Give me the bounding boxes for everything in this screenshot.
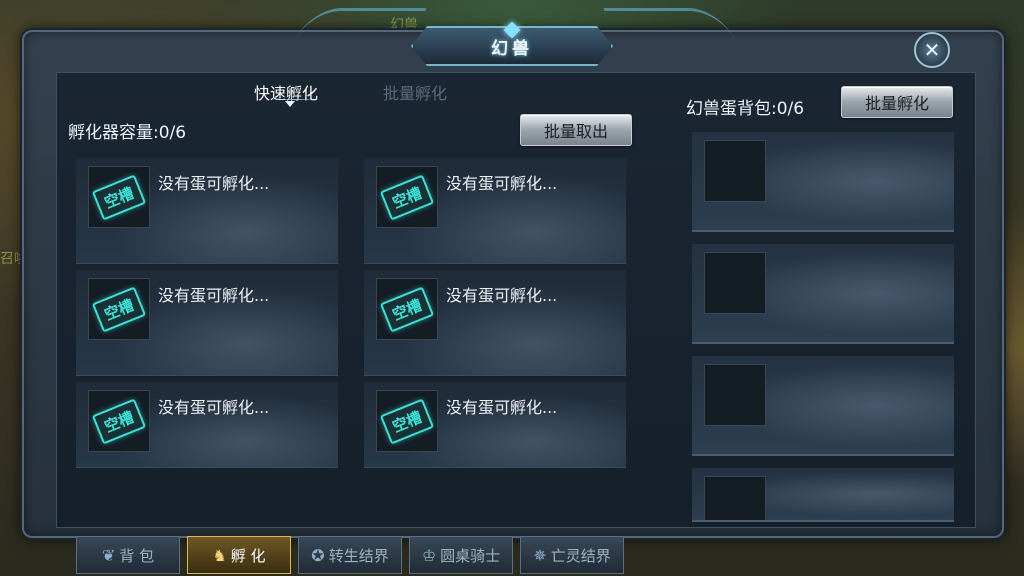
slot-icon-box: 空槽 <box>376 390 438 452</box>
slot-status-text: 没有蛋可孵化... <box>446 286 558 305</box>
slot-icon-box: 空槽 <box>88 166 150 228</box>
egg-slot-empty-box <box>704 364 766 426</box>
bottom-tab-label: 背 包 <box>119 546 155 565</box>
bottom-tab-label: 孵 化 <box>230 546 266 565</box>
egg-slot-empty-box <box>704 140 766 202</box>
slot-status-text: 没有蛋可孵化... <box>158 398 270 417</box>
slot-icon-box: 空槽 <box>88 390 150 452</box>
incubator-slot[interactable]: 空槽 没有蛋可孵化... <box>364 270 626 376</box>
bottom-tab-rebirth-barrier[interactable]: ✪ 转生结界 <box>298 536 402 574</box>
incubator-slot[interactable]: 空槽 没有蛋可孵化... <box>76 158 338 264</box>
incubator-slot[interactable]: 空槽 没有蛋可孵化... <box>364 382 626 468</box>
pentagram-icon: ✪ <box>311 545 325 565</box>
egg-bag-capacity: 幻兽蛋背包:0/6 <box>686 99 805 119</box>
bottom-tab-label: 圆桌骑士 <box>440 546 501 565</box>
bottom-tab-bag[interactable]: ❦ 背 包 <box>76 536 180 574</box>
compass-icon: ✵ <box>533 545 547 565</box>
slot-icon-box: 空槽 <box>376 166 438 228</box>
egg-slot-empty-box <box>704 252 766 314</box>
egg-bag-slot[interactable] <box>692 132 954 232</box>
egg-bag-slot[interactable] <box>692 244 954 344</box>
bottom-tab-undead-barrier[interactable]: ✵ 亡灵结界 <box>520 536 624 574</box>
incubator-capacity: 孵化器容量:0/6 <box>68 123 187 143</box>
empty-slot-stamp-icon: 空槽 <box>91 286 147 332</box>
empty-slot-stamp-icon: 空槽 <box>379 398 435 444</box>
slot-status-text: 没有蛋可孵化... <box>446 398 558 417</box>
empty-slot-stamp-icon: 空槽 <box>379 174 435 220</box>
slot-status-text: 没有蛋可孵化... <box>158 174 270 193</box>
batch-remove-button[interactable]: 批量取出 <box>520 114 632 146</box>
incubator-slot[interactable]: 空槽 没有蛋可孵化... <box>76 270 338 376</box>
slot-icon-box: 空槽 <box>88 278 150 340</box>
empty-slot-stamp-icon: 空槽 <box>379 286 435 332</box>
bottom-tab-hatch[interactable]: ♞ 孵 化 <box>187 536 291 574</box>
empty-slot-stamp-icon: 空槽 <box>91 398 147 444</box>
close-button[interactable]: ✕ <box>914 32 950 68</box>
bottom-tab-label: 转生结界 <box>328 546 389 565</box>
tab-underline <box>268 99 322 100</box>
batch-hatch-button[interactable]: 批量孵化 <box>841 86 953 118</box>
beast-icon: ♞ <box>212 545 227 565</box>
tab-batch-hatch[interactable]: 批量孵化 <box>383 80 447 104</box>
egg-slot-empty-box <box>704 476 766 520</box>
empty-slot-stamp-icon: 空槽 <box>91 174 147 220</box>
frame-wing-left <box>293 8 427 44</box>
crown-icon: ♔ <box>421 545 437 565</box>
wings-icon: ❦ <box>101 545 116 565</box>
bottom-tab-round-table[interactable]: ♔ 圆桌骑士 <box>409 536 513 574</box>
incubator-slot[interactable]: 空槽 没有蛋可孵化... <box>364 158 626 264</box>
incubator-slot[interactable]: 空槽 没有蛋可孵化... <box>76 382 338 468</box>
close-icon: ✕ <box>923 38 941 62</box>
egg-bag-slot[interactable] <box>692 468 954 522</box>
slot-status-text: 没有蛋可孵化... <box>158 286 270 305</box>
slot-status-text: 没有蛋可孵化... <box>446 174 558 193</box>
egg-bag-slot[interactable] <box>692 356 954 456</box>
tab-active-pointer-icon <box>285 101 295 107</box>
bottom-tab-label: 亡灵结界 <box>550 546 611 565</box>
frame-wing-right <box>603 8 737 44</box>
slot-icon-box: 空槽 <box>376 278 438 340</box>
